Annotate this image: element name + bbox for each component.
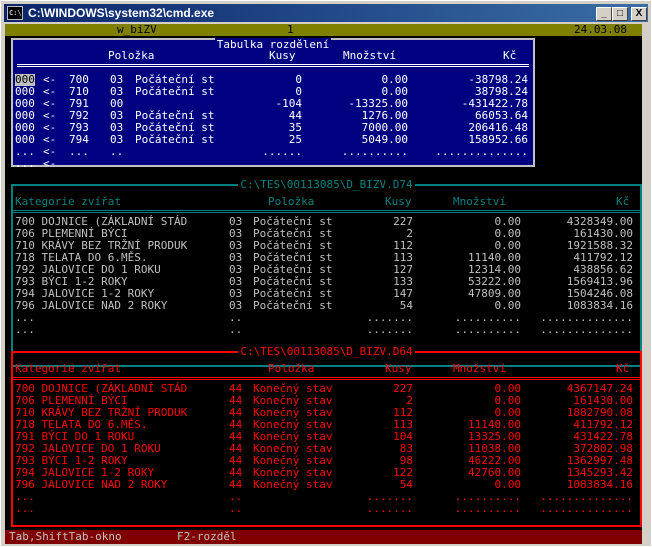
header-qty: Množství bbox=[453, 195, 506, 208]
table-row[interactable]: .................................... bbox=[13, 503, 640, 515]
status-bar: w_biZV 1 24.03.08 bbox=[5, 24, 642, 36]
current-date: 24.03.08 bbox=[574, 24, 627, 36]
cell-qty: .......... bbox=[341, 145, 408, 158]
cell-count: 0 bbox=[295, 73, 302, 86]
header-item: Položka bbox=[108, 49, 155, 62]
header-kc: Kč bbox=[616, 362, 630, 375]
window-title: C:\WINDOWS\system32\cmd.exe bbox=[28, 6, 215, 20]
cmd-icon[interactable]: C:\ bbox=[7, 6, 23, 20]
panel-title: C:\TES\00113085\D_BIZV.D74 bbox=[238, 178, 415, 191]
header-qty: Množství bbox=[343, 49, 396, 62]
cell-kc: .............. bbox=[540, 323, 633, 336]
cell-qty: .......... bbox=[454, 323, 521, 336]
header-separator bbox=[13, 210, 640, 213]
table-row[interactable]: 000 <- 700 03 Počáteční st 0 0.00 -38798.24 bbox=[13, 74, 533, 86]
table-row[interactable]: ... <-................................... bbox=[13, 146, 533, 158]
start-state-panel[interactable]: C:\TES\00113085\D_BIZV.D74 Kategorie zví… bbox=[11, 178, 642, 367]
table-row[interactable]: 000 <- 791 00 -104 -13325.00 -431422.78 bbox=[13, 98, 533, 110]
page-number: 1 bbox=[287, 24, 294, 36]
close-button[interactable]: X bbox=[631, 7, 647, 21]
table-header: Kategorie zvířat Položka Kusy Množství K… bbox=[13, 363, 640, 375]
table-row[interactable]: .................................... bbox=[13, 324, 640, 336]
cell-cat: ... bbox=[69, 145, 89, 158]
f2-hint[interactable]: F2-rozděl bbox=[177, 530, 237, 544]
cell-item: Počáteční st bbox=[135, 133, 215, 146]
scrollbar[interactable] bbox=[642, 24, 649, 544]
cell-item: Počáteční st bbox=[135, 85, 215, 98]
header-category: Kategorie zvířat bbox=[15, 195, 121, 208]
table-row[interactable]: 000 <- 792 03 Počáteční st 44 1276.00 66053.64 bbox=[13, 110, 533, 122]
cell-qty: .......... bbox=[454, 502, 521, 515]
cell-cat: 796 JALOVICE NAD 2 ROKY bbox=[15, 478, 168, 491]
table-header: Položka Kusy Množství Kč bbox=[13, 50, 533, 62]
minimize-button[interactable]: _ bbox=[596, 7, 612, 21]
header-category: Kategorie zvířat bbox=[15, 362, 121, 375]
title-bar[interactable]: C:\ C:\WINDOWS\system32\cmd.exe _ □ X bbox=[4, 4, 648, 22]
cell-count: ....... bbox=[366, 502, 413, 515]
cell-cat: ... bbox=[15, 323, 35, 336]
table-header: Kategorie zvířat Položka Kusy Množství K… bbox=[13, 196, 640, 208]
cell-count: ....... bbox=[366, 323, 413, 336]
distribution-panel[interactable]: Tabulka rozdělení Položka Kusy Množství … bbox=[11, 38, 535, 170]
table-row[interactable]: 000 <- 710 03 Počáteční st 0 0.00 38798.24 bbox=[13, 86, 533, 98]
maximize-button[interactable]: □ bbox=[612, 7, 628, 21]
cell-code: .. bbox=[229, 323, 243, 336]
header-separator bbox=[17, 64, 529, 67]
header-item: Položka bbox=[268, 362, 315, 375]
cell-count: 227 bbox=[393, 215, 413, 228]
cell-code: .. bbox=[110, 145, 124, 158]
cell-count: 227 bbox=[393, 382, 413, 395]
cmd-window: C:\ C:\WINDOWS\system32\cmd.exe _ □ X w_… bbox=[0, 0, 652, 547]
cell-count: ...... bbox=[262, 145, 302, 158]
console-area[interactable]: w_biZV 1 24.03.08 Tabulka rozdělení Polo… bbox=[5, 24, 642, 544]
cell-cat: ... bbox=[15, 502, 35, 515]
end-state-panel[interactable]: C:\TES\00113085\D_BIZV.D64 Kategorie zví… bbox=[11, 345, 642, 527]
cell-a: ... bbox=[15, 157, 35, 170]
header-count: Kusy bbox=[385, 362, 412, 375]
cell-arrow: <- bbox=[43, 157, 57, 170]
header-count: Kusy bbox=[385, 195, 412, 208]
cell-kc: .............. bbox=[435, 145, 528, 158]
panel-title: C:\TES\00113085\D_BIZV.D64 bbox=[238, 345, 415, 358]
header-separator bbox=[13, 377, 640, 380]
program-name: w_biZV bbox=[117, 24, 157, 36]
table-row[interactable]: ... <- bbox=[13, 158, 533, 170]
key-hints-bar: Tab,ShiftTab-okno F2-rozděl bbox=[5, 530, 642, 544]
cell-item: Počáteční st bbox=[253, 299, 333, 312]
cell-cat: 796 JALOVICE NAD 2 ROKY bbox=[15, 299, 168, 312]
cell-code: .. bbox=[229, 502, 243, 515]
table-row[interactable]: 000 <- 793 03 Počáteční st 35 7000.00 206416.48 bbox=[13, 122, 533, 134]
tab-hint[interactable]: Tab,ShiftTab-okno bbox=[9, 530, 122, 544]
header-kc: Kč bbox=[503, 49, 517, 62]
header-count: Kusy bbox=[269, 49, 296, 62]
header-item: Položka bbox=[268, 195, 315, 208]
cell-item: Konečný stav bbox=[253, 478, 333, 491]
header-qty: Množství bbox=[453, 362, 506, 375]
header-kc: Kč bbox=[616, 195, 630, 208]
cell-kc: .............. bbox=[540, 502, 633, 515]
